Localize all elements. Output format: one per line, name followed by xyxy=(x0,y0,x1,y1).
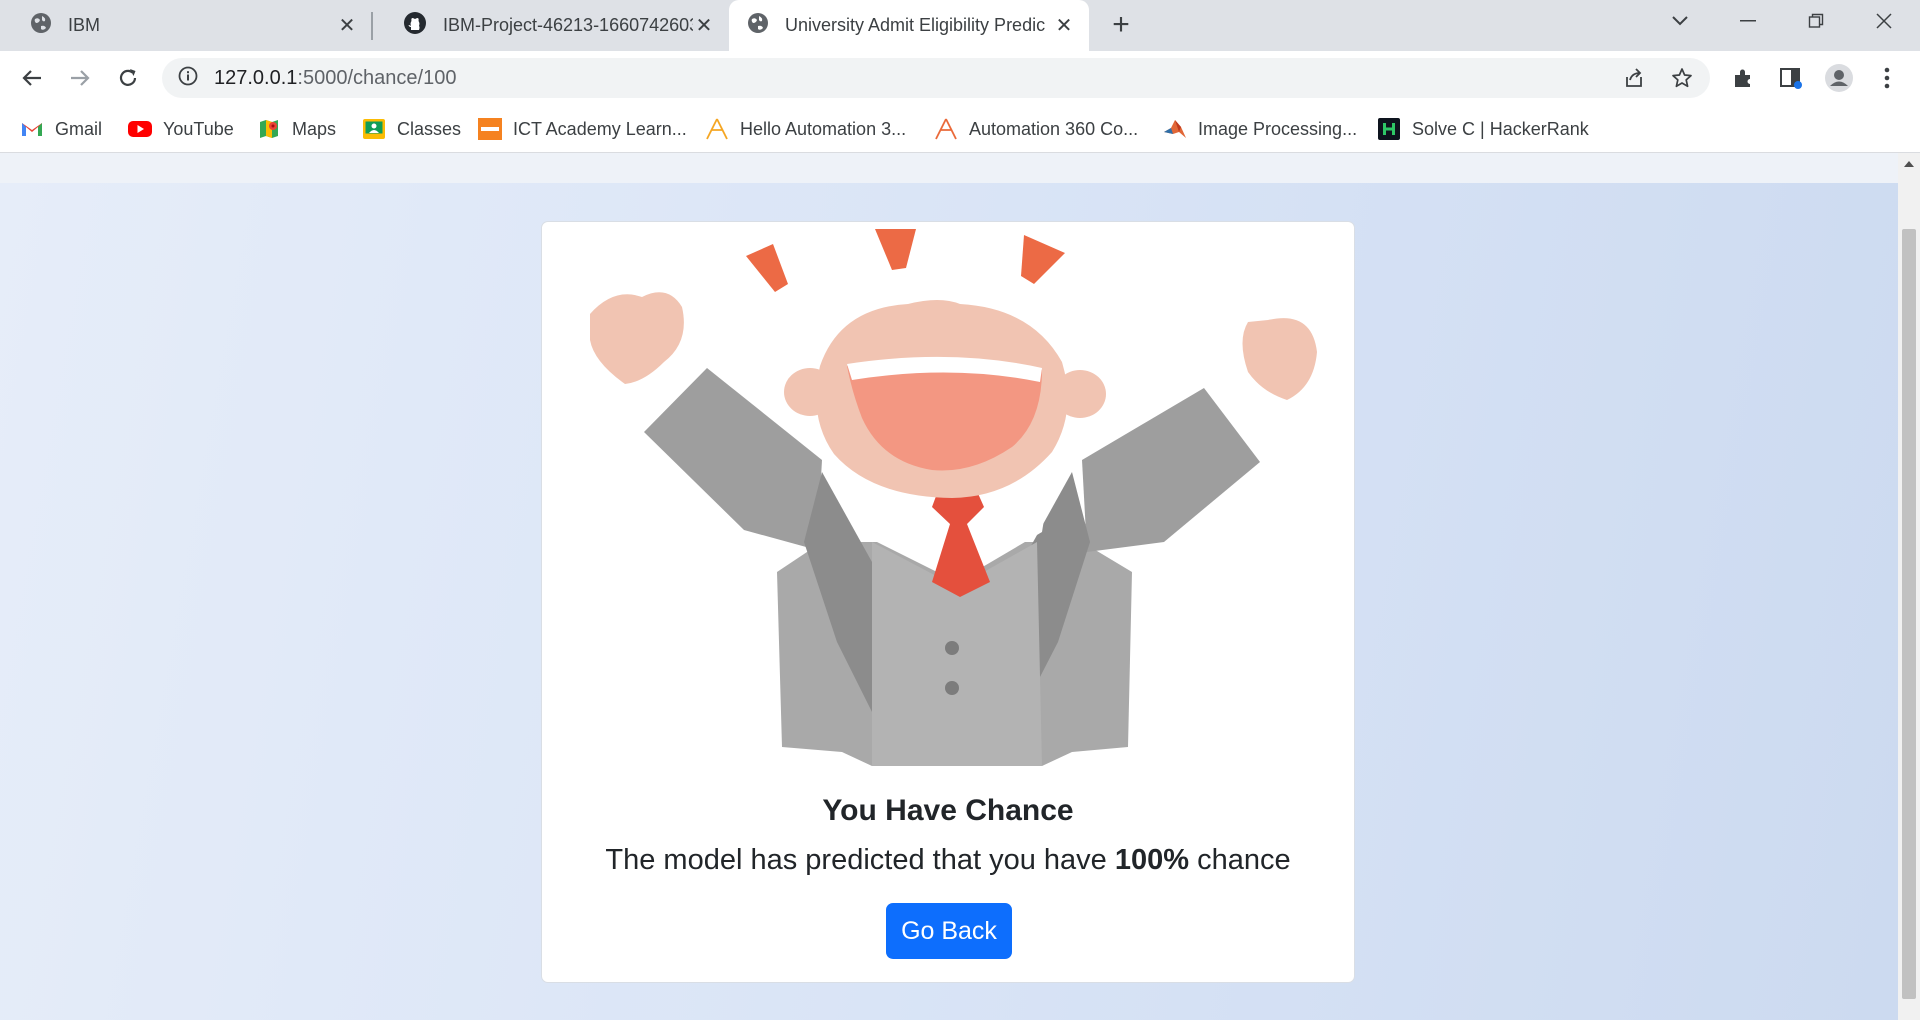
bookmark-label: Image Processing... xyxy=(1198,118,1358,139)
new-tab-icon[interactable]: + xyxy=(1105,10,1137,42)
bookmark-hello-automation[interactable]: Hello Automation 3... xyxy=(705,105,906,153)
share-icon[interactable] xyxy=(1618,58,1650,98)
tab-github-project[interactable]: IBM-Project-46213-1660742603/ ✕ xyxy=(373,0,729,51)
tab-title: University Admit Eligibility Predic xyxy=(785,15,1046,35)
tab-title: IBM xyxy=(68,15,101,35)
bookmark-label: Hello Automation 3... xyxy=(740,118,907,139)
hackerrank-icon xyxy=(1377,117,1401,141)
kebab-menu-icon[interactable] xyxy=(1870,61,1904,95)
chance-percent: 100% xyxy=(1114,844,1190,876)
result-message-suffix: chance xyxy=(1189,844,1291,876)
maps-icon xyxy=(257,117,281,141)
bookmark-label: Maps xyxy=(292,118,337,139)
matlab-icon xyxy=(1163,117,1187,141)
minimize-icon[interactable] xyxy=(1720,0,1776,42)
automation-anywhere-icon xyxy=(705,117,729,141)
automation-anywhere-icon xyxy=(934,117,958,141)
url-host: 127.0.0.1 xyxy=(214,66,298,89)
page-viewport: You Have Chance The model has predicted … xyxy=(0,153,1898,1020)
url-text[interactable]: 127.0.0.1:5000/chance/100 xyxy=(214,67,456,90)
scroll-up-arrow-icon[interactable] xyxy=(1898,153,1920,175)
bookmark-ict-academy[interactable]: ICT Academy Learn... xyxy=(478,105,687,153)
profile-avatar-icon[interactable] xyxy=(1822,61,1856,95)
close-icon[interactable]: ✕ xyxy=(1053,15,1075,37)
bookmark-gmail[interactable]: Gmail xyxy=(20,105,102,153)
tab-search-icon[interactable] xyxy=(1652,0,1708,42)
bookmarks-bar: Gmail YouTube Maps Classes ICT Academy L… xyxy=(0,105,1920,153)
tab-strip: IBM ✕ IBM-Project-46213-1660742603/ ✕ Un… xyxy=(0,0,1920,51)
back-arrow-icon[interactable] xyxy=(15,61,49,95)
reload-icon[interactable] xyxy=(111,61,145,95)
result-title: You Have Chance xyxy=(822,794,1074,827)
url-path: :5000/chance/100 xyxy=(297,66,457,89)
celebration-illustration xyxy=(590,229,1317,766)
vertical-scrollbar[interactable] xyxy=(1898,153,1920,1020)
info-icon[interactable] xyxy=(178,66,198,91)
ict-academy-icon xyxy=(478,117,502,141)
browser-toolbar: 127.0.0.1:5000/chance/100 xyxy=(0,51,1920,105)
address-bar[interactable]: 127.0.0.1:5000/chance/100 xyxy=(162,58,1710,98)
close-icon[interactable]: ✕ xyxy=(336,15,358,37)
github-icon xyxy=(403,11,427,40)
gmail-icon xyxy=(20,117,44,141)
classroom-icon xyxy=(362,117,386,141)
forward-arrow-icon[interactable] xyxy=(63,61,97,95)
bookmark-label: ICT Academy Learn... xyxy=(513,118,687,139)
bookmark-label: Solve C | HackerRank xyxy=(1412,118,1589,139)
go-back-button[interactable]: Go Back xyxy=(886,903,1012,959)
bookmark-hackerrank[interactable]: Solve C | HackerRank xyxy=(1377,105,1589,153)
bookmark-label: Gmail xyxy=(55,118,103,139)
bookmark-label: Automation 360 Co... xyxy=(969,118,1139,139)
close-window-icon[interactable] xyxy=(1856,0,1912,42)
side-panel-icon[interactable] xyxy=(1774,61,1808,95)
tab-university-admit[interactable]: University Admit Eligibility Predic ✕ xyxy=(729,0,1089,51)
result-card: You Have Chance The model has predicted … xyxy=(541,221,1355,983)
globe-icon xyxy=(747,12,769,39)
extensions-icon[interactable] xyxy=(1726,61,1760,95)
bookmark-maps[interactable]: Maps xyxy=(257,105,336,153)
bookmark-classes[interactable]: Classes xyxy=(362,105,461,153)
result-message: The model has predicted that you have 10… xyxy=(542,844,1354,877)
scrollbar-thumb[interactable] xyxy=(1902,229,1916,999)
restore-icon[interactable] xyxy=(1788,0,1844,42)
bookmark-label: Classes xyxy=(397,118,462,139)
bookmark-automation-360[interactable]: Automation 360 Co... xyxy=(934,105,1138,153)
bookmark-label: YouTube xyxy=(163,118,234,139)
close-icon[interactable]: ✕ xyxy=(693,15,715,37)
bookmark-youtube[interactable]: YouTube xyxy=(128,105,234,153)
result-message-prefix: The model has predicted that you have xyxy=(605,844,1115,876)
youtube-icon xyxy=(128,117,152,141)
tab-ibm[interactable]: IBM ✕ xyxy=(0,0,372,51)
bookmark-star-icon[interactable] xyxy=(1666,58,1698,98)
tab-title: IBM-Project-46213-1660742603/ xyxy=(443,15,693,35)
globe-icon xyxy=(30,12,52,39)
page-header-strip xyxy=(0,153,1898,183)
bookmark-image-processing[interactable]: Image Processing... xyxy=(1163,105,1357,153)
